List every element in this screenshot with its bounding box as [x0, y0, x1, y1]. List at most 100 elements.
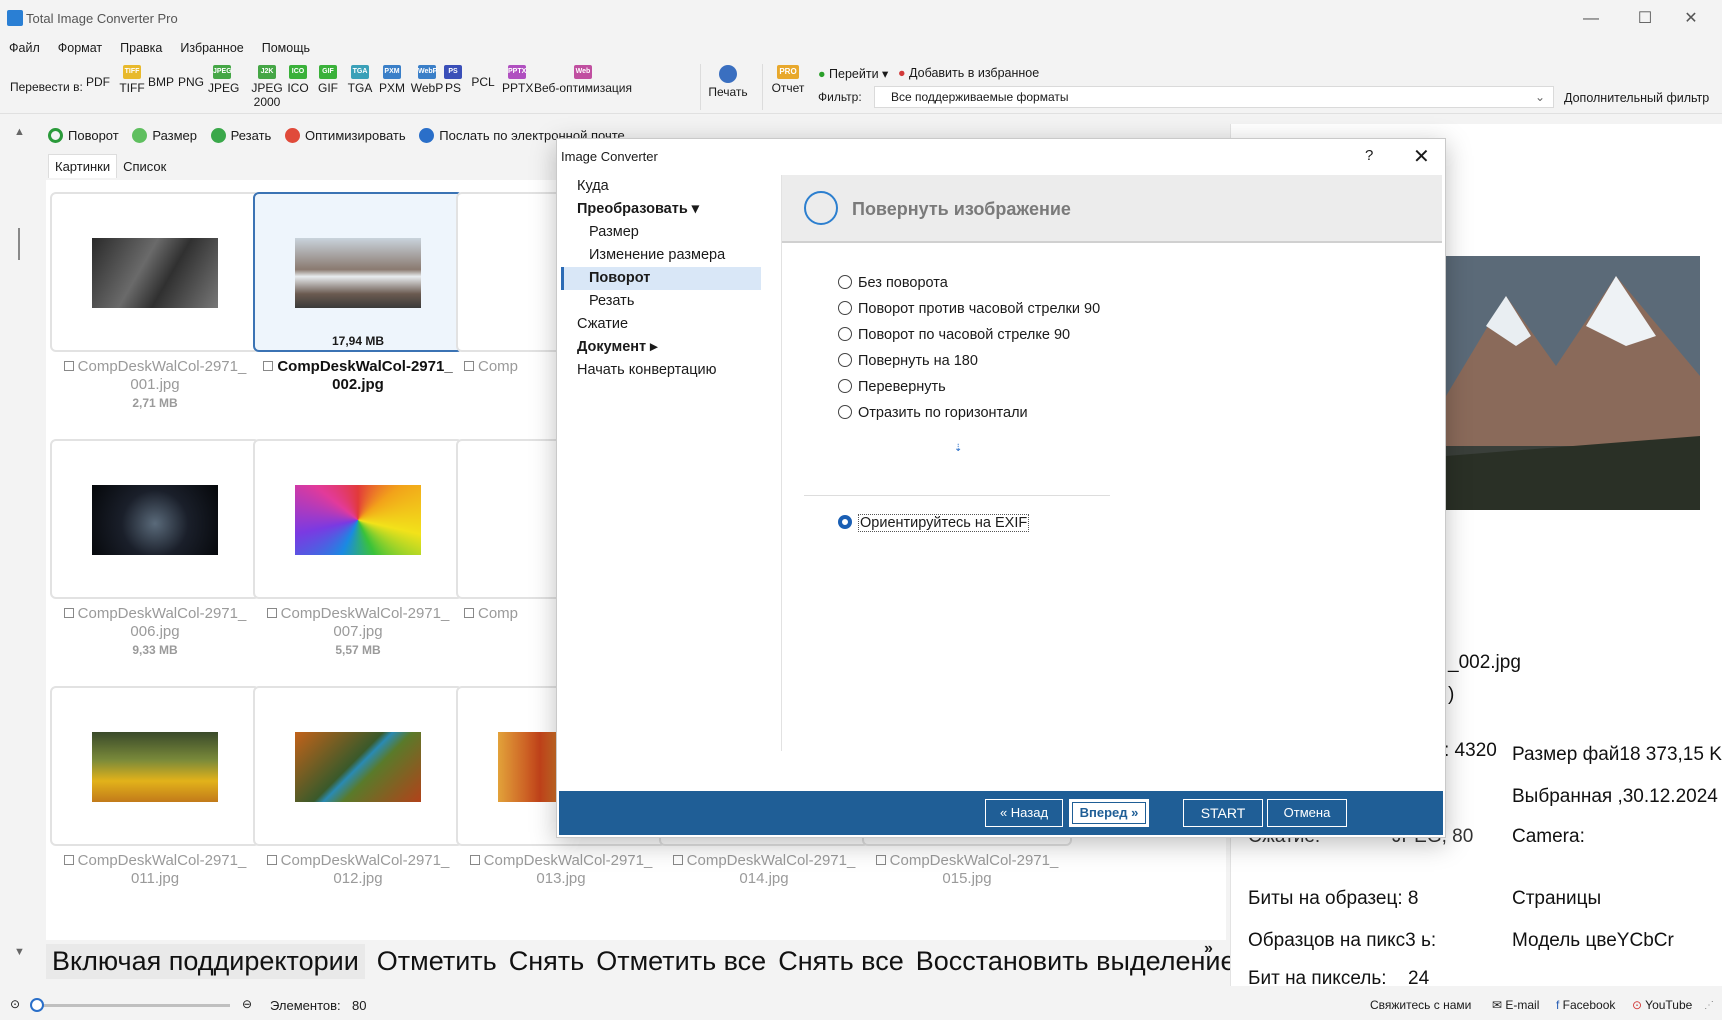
format-ico-button[interactable]: ICO ICO: [284, 65, 312, 95]
check-all-button[interactable]: Отметить все: [596, 946, 766, 977]
restore-selection-button[interactable]: Восстановить выделение: [916, 946, 1236, 977]
radio-option-0[interactable]: Без поворота: [838, 275, 948, 291]
file-checkbox[interactable]: [463, 608, 474, 618]
format-ps-button[interactable]: PS PS: [442, 65, 464, 95]
maximize-button[interactable]: ☐: [1622, 6, 1668, 32]
crop-button[interactable]: Резать: [210, 128, 271, 143]
extra-filter-button[interactable]: Дополнительный фильтр: [1564, 91, 1709, 105]
file-checkbox[interactable]: [63, 855, 74, 865]
scroll-down-icon[interactable]: ▼: [14, 946, 25, 958]
format-pcl-button[interactable]: PCL: [470, 75, 496, 89]
format-веб-оптимизация-button[interactable]: Web Веб-оптимизация: [534, 65, 632, 95]
format-tga-button[interactable]: TGA TGA: [346, 65, 374, 95]
format-pdf-button[interactable]: PDF: [86, 75, 110, 89]
close-button[interactable]: ✕: [1668, 6, 1714, 32]
radio-option-1[interactable]: Поворот против часовой стрелки 90: [838, 301, 1100, 317]
rotate-button[interactable]: Поворот: [48, 128, 119, 143]
dialog-content: Повернуть изображение Без поворота Поворо…: [781, 175, 1442, 751]
zoom-in-icon[interactable]: ⊖: [242, 997, 252, 1011]
report-button[interactable]: PRO Отчет: [770, 65, 806, 95]
uncheck-all-button[interactable]: Снять все: [778, 946, 904, 977]
file-checkbox[interactable]: [63, 361, 74, 371]
radio-option-5[interactable]: Отразить по горизонтали: [838, 405, 1028, 421]
email-link[interactable]: ✉ E-mail: [1492, 998, 1539, 1012]
tab-pictures[interactable]: Картинки: [48, 154, 118, 178]
zoom-slider-track[interactable]: [34, 1004, 230, 1007]
format-bmp-button[interactable]: BMP: [148, 75, 174, 89]
forward-button[interactable]: Вперед »: [1069, 799, 1149, 827]
uncheck-button[interactable]: Снять: [509, 946, 584, 977]
format-tiff-button[interactable]: TIFF TIFF: [118, 65, 146, 95]
minimize-button[interactable]: —: [1568, 6, 1614, 32]
menu-help[interactable]: Помощь: [253, 38, 319, 58]
file-checkbox[interactable]: [263, 361, 274, 371]
info-dimensions: : 4320: [1444, 740, 1497, 761]
file-size: 17,94 MB: [331, 334, 385, 348]
tab-list[interactable]: Список: [117, 155, 172, 178]
add-favorite-button[interactable]: ● Добавить в избранное: [898, 66, 1039, 80]
radio-button: [838, 353, 852, 367]
file-checkbox[interactable]: [875, 855, 886, 865]
radio-exif[interactable]: Ориентируйтесь на EXIF: [838, 514, 1030, 532]
file-checkbox[interactable]: [672, 855, 683, 865]
file-checkbox[interactable]: [63, 608, 74, 618]
file-checkbox[interactable]: [463, 361, 474, 371]
nav-item-1[interactable]: Преобразовать ▾: [561, 198, 761, 221]
info-paren: ): [1448, 684, 1455, 705]
size-button[interactable]: Размер: [132, 128, 197, 143]
back-button[interactable]: « Назад: [985, 799, 1063, 827]
thumbnail-card[interactable]: [50, 439, 260, 599]
format-gif-button[interactable]: GIF GIF: [316, 65, 340, 95]
nav-item-5[interactable]: Резать: [561, 290, 761, 313]
include-subdirs-toggle[interactable]: Включая поддиректории: [46, 944, 365, 979]
format-pxm-button[interactable]: PXM PXM: [378, 65, 406, 95]
zoom-out-icon[interactable]: ⊙: [10, 997, 20, 1011]
nav-item-8[interactable]: Начать конвертацию: [561, 359, 761, 382]
filter-dropdown[interactable]: Все поддерживаемые форматы ⌄: [874, 86, 1554, 108]
format-jpeg-button[interactable]: JPEG JPEG: [208, 65, 239, 95]
more-chevron-icon[interactable]: »: [1204, 940, 1213, 958]
radio-option-3[interactable]: Повернуть на 180: [838, 353, 978, 369]
nav-item-2[interactable]: Размер: [561, 221, 761, 244]
dialog-close-button[interactable]: ✕: [1413, 144, 1430, 169]
zoom-slider-knob[interactable]: [30, 998, 44, 1012]
start-button[interactable]: START: [1183, 799, 1263, 827]
nav-item-0[interactable]: Куда: [561, 175, 761, 198]
check-button[interactable]: Отметить: [377, 946, 497, 977]
goto-button[interactable]: ● Перейти ▾: [818, 66, 888, 81]
format-png-button[interactable]: PNG: [178, 75, 204, 89]
nav-item-7[interactable]: Документ ▸: [561, 336, 761, 359]
print-button[interactable]: Печать: [706, 65, 750, 99]
thumbnail-card[interactable]: [253, 439, 463, 599]
facebook-link[interactable]: f Facebook: [1556, 998, 1615, 1012]
resize-grip-icon[interactable]: ⋰: [1704, 1000, 1714, 1011]
items-label: Элементов:: [270, 998, 341, 1013]
nav-item-3[interactable]: Изменение размера: [561, 244, 761, 267]
format-webp-button[interactable]: WebP WebP: [410, 65, 444, 95]
cancel-button[interactable]: Отмена: [1267, 799, 1347, 827]
radio-option-4[interactable]: Перевернуть: [838, 379, 946, 395]
menu-format[interactable]: Формат: [49, 38, 111, 58]
file-checkbox[interactable]: [469, 855, 480, 865]
file-caption: CompDeskWalCol-2971_ 001.jpg 2,71 MB: [50, 358, 260, 412]
thumbnail-card[interactable]: [253, 686, 463, 846]
menu-file[interactable]: Файл: [0, 38, 49, 58]
contact-link[interactable]: Свяжитесь с нами: [1370, 998, 1471, 1012]
optimize-button[interactable]: Оптимизировать: [284, 128, 406, 143]
file-checkbox[interactable]: [266, 608, 277, 618]
scroll-up-icon[interactable]: ▲: [14, 126, 25, 138]
radio-option-2[interactable]: Поворот по часовой стрелке 90: [838, 327, 1070, 343]
thumbnail-card[interactable]: [50, 686, 260, 846]
format-pptx-button[interactable]: PPTX PPTX: [502, 65, 533, 95]
nav-item-6[interactable]: Сжатие: [561, 313, 761, 336]
menu-edit[interactable]: Правка: [111, 38, 171, 58]
nav-item-4[interactable]: Поворот: [561, 267, 761, 290]
rotate-refresh-icon: [804, 191, 838, 225]
thumbnail-card[interactable]: 17,94 MB: [253, 192, 463, 352]
file-checkbox[interactable]: [266, 855, 277, 865]
thumbnail-card[interactable]: [50, 192, 260, 352]
dialog-help-button[interactable]: ?: [1365, 147, 1373, 164]
splitter-handle[interactable]: [18, 228, 20, 260]
menu-favorites[interactable]: Избранное: [171, 38, 252, 58]
youtube-link[interactable]: ⊙ YouTube: [1632, 998, 1692, 1012]
